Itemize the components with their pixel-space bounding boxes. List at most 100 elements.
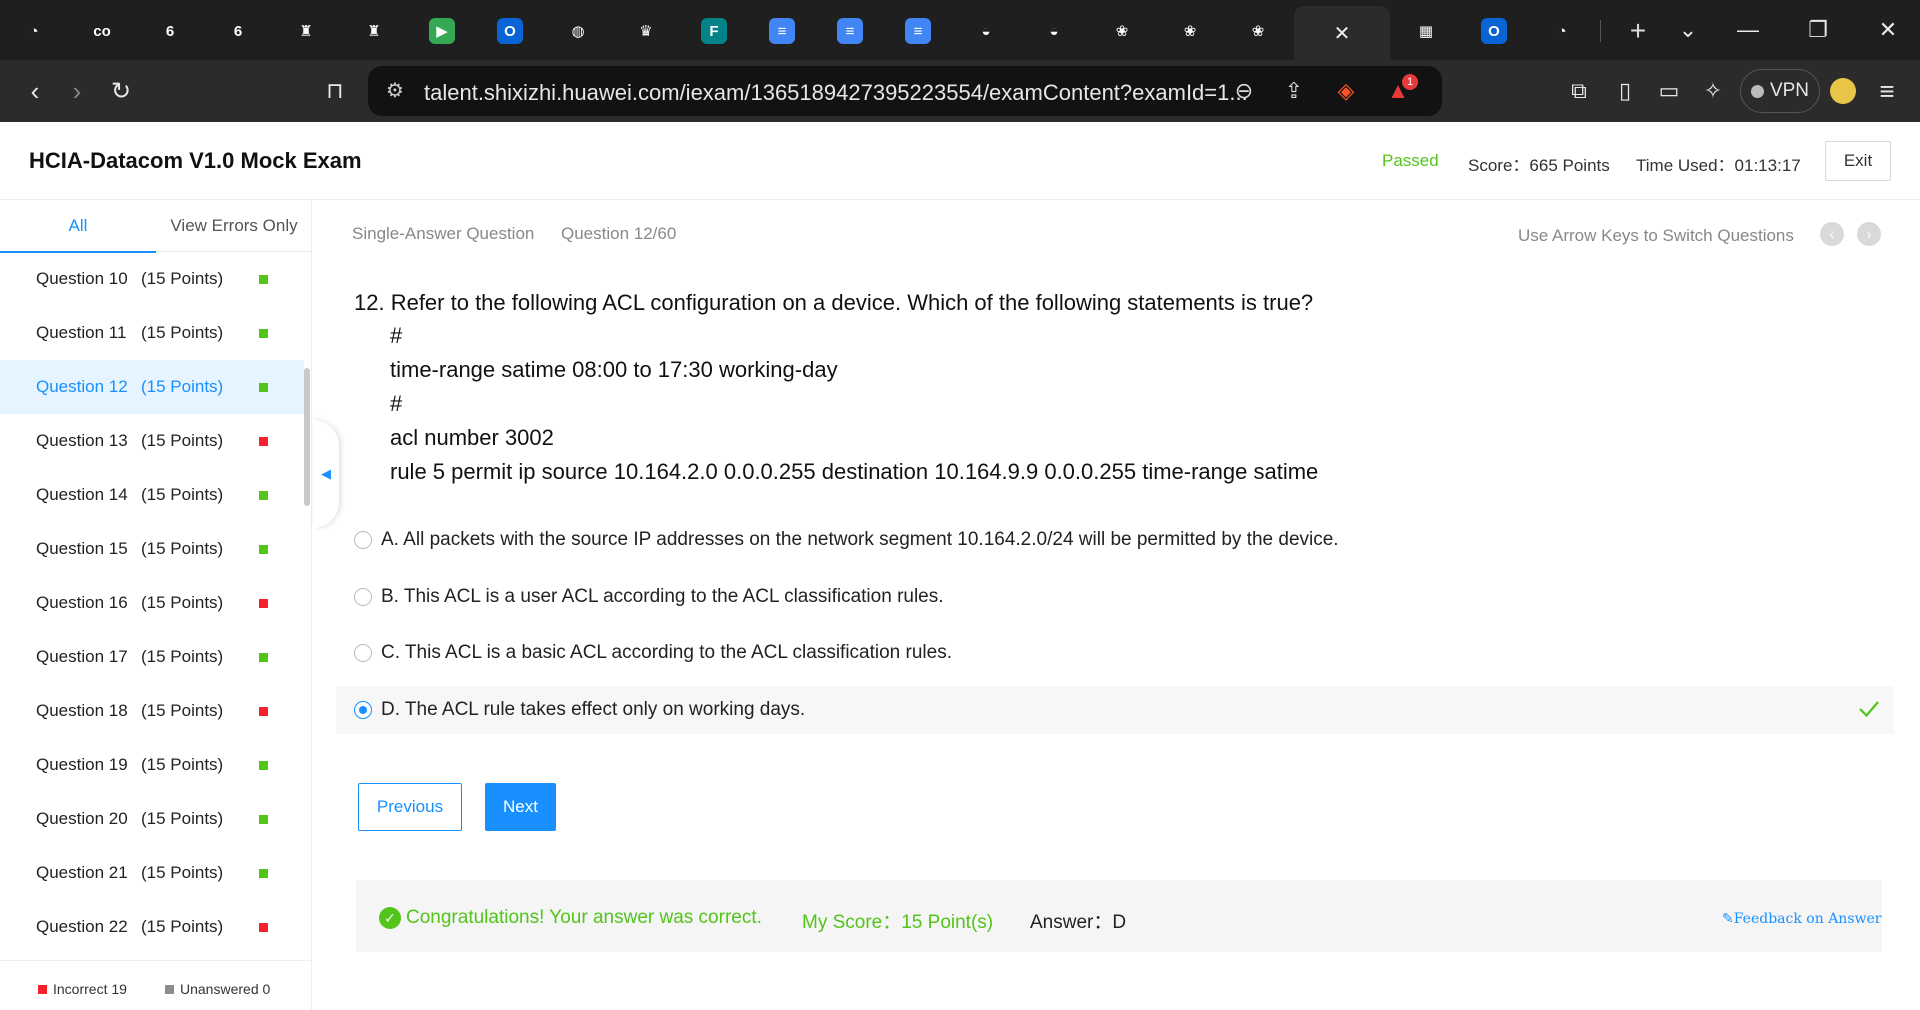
browser-tab[interactable]: ▶ [410, 8, 474, 54]
back-icon[interactable]: ‹ [14, 71, 56, 111]
legend-incorrect: Incorrect 19 [38, 981, 127, 997]
browser-tab[interactable]: ≡ [818, 8, 882, 54]
question-points: (15 Points) [141, 755, 224, 774]
question-status-marker [259, 652, 268, 662]
extensions-icon[interactable]: ⧉ [1558, 71, 1600, 111]
browser-tab[interactable]: ♜ [342, 8, 406, 54]
question-list-item[interactable]: Question 11 (15 Points) [0, 306, 304, 360]
browser-tab[interactable]: ◍ [546, 8, 610, 54]
browser-tab[interactable]: ❀ [1158, 8, 1222, 54]
reload-icon[interactable]: ↻ [100, 71, 142, 111]
google-docs-icon: ≡ [905, 18, 931, 44]
question-list-item[interactable]: Question 14 (15 Points) [0, 468, 304, 522]
radio-button[interactable] [354, 588, 372, 606]
brave-rewards-icon[interactable]: ▲ 1 [1382, 74, 1418, 106]
browser-tab[interactable]: 6 [206, 8, 270, 54]
profile-avatar[interactable] [1822, 71, 1864, 111]
previous-button[interactable]: Previous [358, 783, 462, 831]
incorrect-marker-icon [38, 984, 47, 994]
browser-tab[interactable]: co [70, 8, 134, 54]
question-name: Question 11 [36, 323, 127, 342]
browser-tab[interactable]: ▦ [1394, 8, 1458, 54]
check-circle-icon: ✓ [379, 907, 401, 929]
browser-tab[interactable]: ◒ [954, 8, 1018, 54]
close-window-icon[interactable]: ✕ [1856, 8, 1920, 52]
radio-button[interactable] [354, 701, 372, 719]
tab-view-errors-only[interactable]: View Errors Only [156, 200, 312, 252]
answer-option[interactable]: B. This ACL is a user ACL according to t… [336, 573, 1894, 621]
leo-ai-icon[interactable]: ✧ [1692, 71, 1734, 111]
question-list-item[interactable]: Question 12 (15 Points) [0, 360, 304, 414]
url-text[interactable]: talent.shixizhi.huawei.com/iexam/1365189… [424, 80, 1248, 106]
browser-tab[interactable]: ≡ [886, 8, 950, 54]
address-bar[interactable]: ⚙ talent.shixizhi.huawei.com/iexam/13651… [368, 66, 1442, 116]
browser-tab[interactable]: O [478, 8, 542, 54]
question-list-item[interactable]: Question 15 (15 Points) [0, 522, 304, 576]
question-status-marker [259, 706, 268, 716]
answer-result-panel: ✓ Congratulations! Your answer was corre… [356, 880, 1882, 952]
answer-option[interactable]: D. The ACL rule takes effect only on wor… [336, 686, 1894, 734]
browser-tab[interactable]: ◔ [1530, 8, 1594, 54]
question-list-item[interactable]: Question 22 (15 Points) [0, 900, 304, 944]
my-score: My Score：15 Point(s) [802, 912, 994, 933]
question-list-item[interactable]: Question 18 (15 Points) [0, 684, 304, 738]
tab-all[interactable]: All [0, 200, 156, 253]
sidebar-scrollbar[interactable] [304, 368, 310, 506]
legend-unanswered: Unanswered 0 [165, 981, 270, 997]
radio-button[interactable] [354, 644, 372, 662]
collapse-sidebar-handle[interactable]: ◀ [313, 420, 339, 528]
browser-tab[interactable]: ♜ [274, 8, 338, 54]
vpn-button[interactable]: VPN [1740, 69, 1820, 113]
browser-tab-active[interactable]: ✕ [1294, 6, 1390, 60]
question-list-item[interactable]: Question 13 (15 Points) [0, 414, 304, 468]
menu-icon[interactable]: ≡ [1866, 71, 1908, 111]
tab-list-chevron-icon[interactable]: ⌄ [1656, 8, 1720, 52]
browser-tab[interactable]: ◔ [2, 8, 66, 54]
question-list-item[interactable]: Question 17 (15 Points) [0, 630, 304, 684]
next-question-icon[interactable]: › [1857, 222, 1881, 246]
question-list: Question 10 (15 Points) Question 11 (15 Poi… [0, 252, 304, 944]
browser-tab[interactable]: ≡ [750, 8, 814, 54]
question-list-item[interactable]: Question 16 (15 Points) [0, 576, 304, 630]
browser-tab[interactable]: ◒ [1022, 8, 1086, 54]
question-status-marker [259, 868, 268, 878]
total-score: Score：665 Points [1468, 156, 1610, 175]
minimize-icon[interactable]: — [1716, 8, 1780, 52]
browser-tab[interactable]: F [682, 8, 746, 54]
radio-button[interactable] [354, 531, 372, 549]
brave-shields-icon[interactable]: ◈ [1330, 76, 1362, 106]
wallet-icon[interactable]: ▭ [1648, 71, 1690, 111]
answer-option[interactable]: C. This ACL is a basic ACL according to … [336, 629, 1894, 677]
question-points: (15 Points) [141, 647, 224, 666]
globe-icon: ◍ [565, 18, 591, 44]
site-settings-icon[interactable]: ⚙ [382, 78, 408, 104]
restore-window-icon[interactable]: ❐ [1786, 8, 1850, 52]
browser-tab[interactable]: ❀ [1090, 8, 1154, 54]
result-message: Congratulations! Your answer was correct… [406, 907, 762, 928]
huawei-icon: ❀ [1245, 18, 1271, 44]
exit-button[interactable]: Exit [1825, 141, 1891, 181]
question-list-item[interactable]: Question 20 (15 Points) [0, 792, 304, 846]
question-sidebar: All View Errors Only Question 10 (15 Poin… [0, 200, 312, 1010]
correct-check-icon [1859, 701, 1879, 718]
browser-tab[interactable]: O [1462, 8, 1526, 54]
browser-tab[interactable]: ❀ [1226, 8, 1290, 54]
deepseek-icon: ◒ [973, 18, 999, 44]
feedback-link[interactable]: ✎Feedback on Answer [1722, 911, 1881, 927]
question-list-item[interactable]: Question 21 (15 Points) [0, 846, 304, 900]
tab-separator [1600, 20, 1601, 42]
zoom-icon[interactable]: ⊖ [1228, 76, 1260, 106]
answer-option[interactable]: A. All packets with the source IP addres… [336, 516, 1894, 564]
bookmark-icon[interactable]: ⊓ [314, 71, 356, 111]
sidebar-toggle-icon[interactable]: ▯ [1604, 71, 1646, 111]
browser-tab[interactable]: ♛ [614, 8, 678, 54]
browser-tab[interactable]: 6 [138, 8, 202, 54]
question-type: Single-Answer Question [352, 224, 535, 243]
question-name: Question 17 [36, 647, 128, 666]
prev-question-icon[interactable]: ‹ [1820, 222, 1844, 246]
question-list-item[interactable]: Question 10 (15 Points) [0, 252, 304, 306]
question-list-item[interactable]: Question 19 (15 Points) [0, 738, 304, 792]
share-icon[interactable]: ⇪ [1278, 76, 1310, 106]
next-button[interactable]: Next [485, 783, 556, 831]
forward-icon[interactable]: › [56, 71, 98, 111]
